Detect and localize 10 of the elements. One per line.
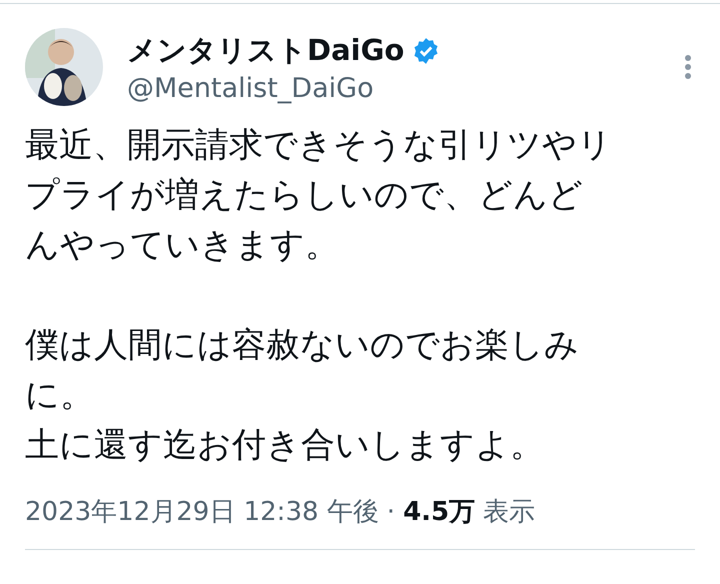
view-count: 4.5万 bbox=[403, 496, 476, 529]
tweet-text: 土に還す迄お付き合いしますよ。 bbox=[25, 424, 545, 467]
more-options-icon[interactable] bbox=[684, 54, 692, 80]
tweet-text: 最近、開示請求できそうな引リツやリプライが増えたらしいので、どんどんやっていきます。 bbox=[25, 124, 613, 267]
tweet-text: 僕は人間には容赦ないのでお楽しみに。 bbox=[25, 324, 580, 417]
timestamp[interactable]: 2023年12月29日 12:38 午後 bbox=[25, 494, 379, 529]
user-handle[interactable]: @Mentalist_DaiGo bbox=[127, 72, 660, 104]
display-name[interactable]: メンタリストDaiGo bbox=[127, 30, 404, 70]
views-label: 表示 bbox=[483, 496, 536, 529]
separator-dot: · bbox=[386, 497, 396, 527]
